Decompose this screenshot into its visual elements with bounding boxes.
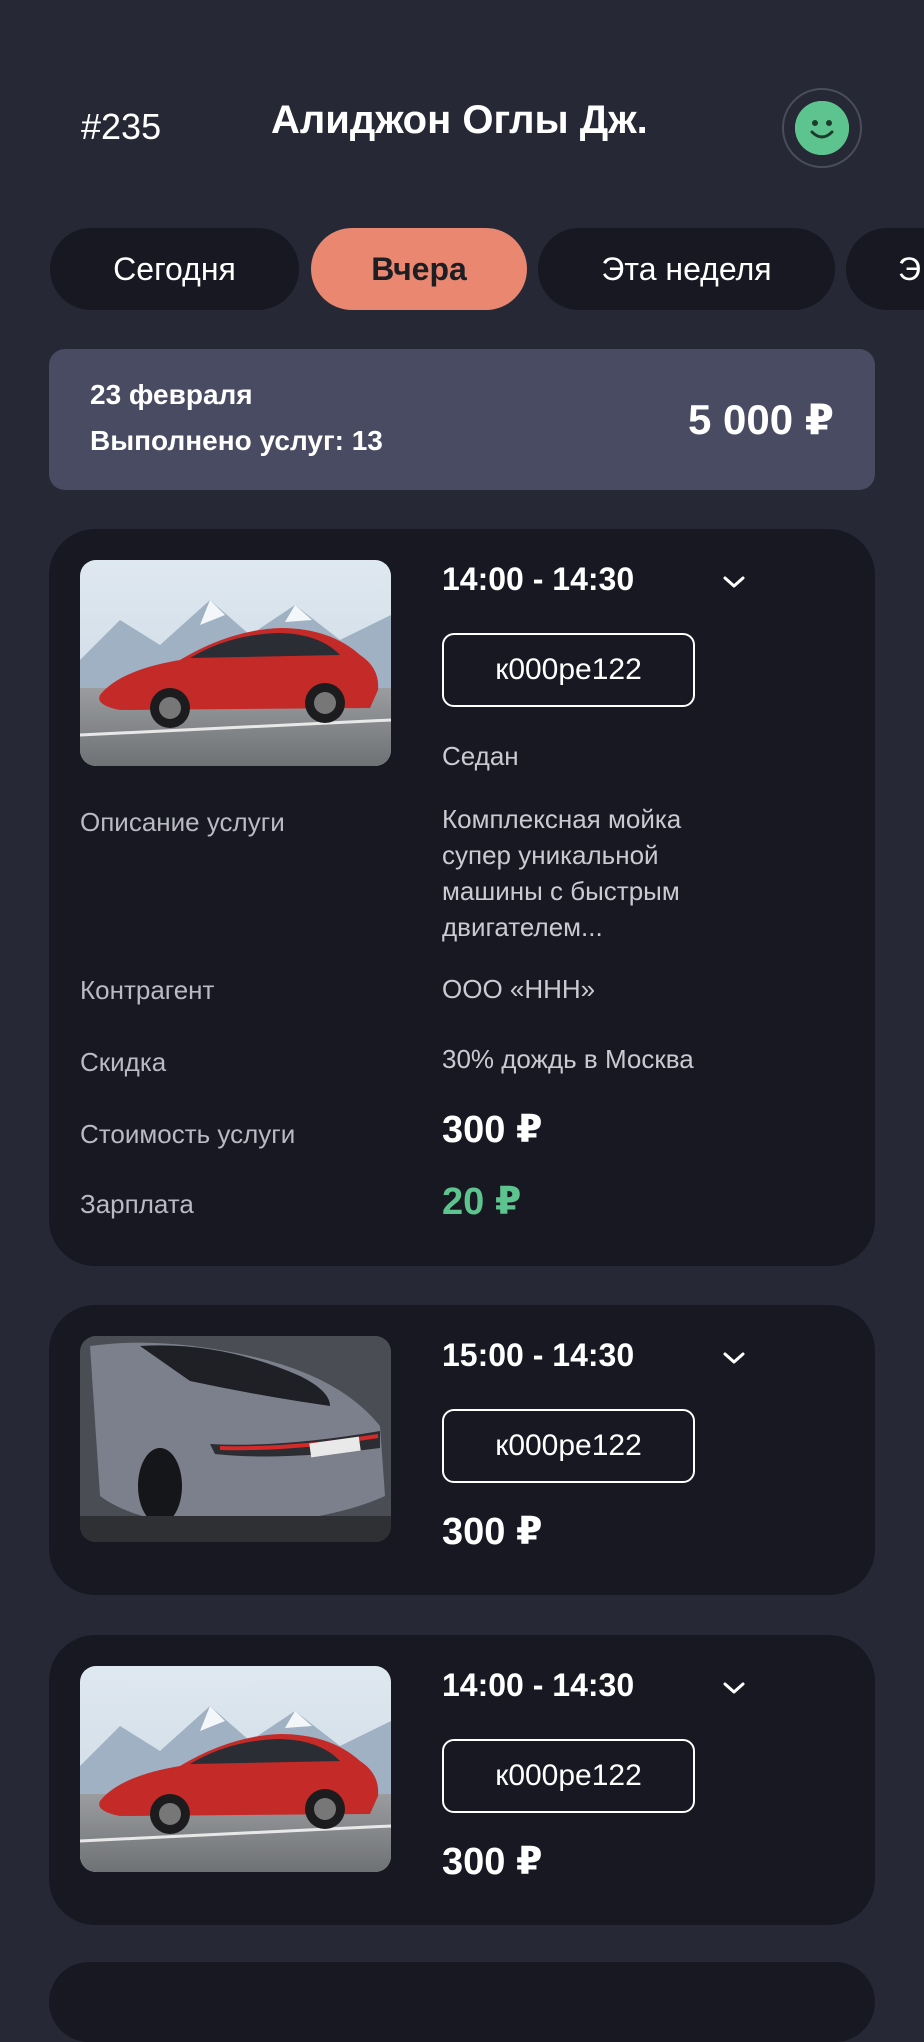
tab-this-week[interactable]: Эта неделя xyxy=(538,228,835,310)
salary-label: Зарплата xyxy=(80,1189,194,1219)
description-value: Комплексная мойка супер уникальной машин… xyxy=(442,804,682,942)
service-card[interactable]: 15:00 - 14:30 к000ре122 300 ₽ xyxy=(49,1305,875,1595)
contractor-label: Контрагент xyxy=(80,975,215,1005)
day-summary: 23 февраля Выполнено услуг: 13 5 000 ₽ xyxy=(49,349,875,490)
smiley-face-icon xyxy=(795,101,849,155)
service-card[interactable]: 14:00 - 14:30 к000ре122 300 ₽ xyxy=(49,1635,875,1925)
description-label: Описание услуги xyxy=(80,807,285,837)
car-photo xyxy=(80,1336,391,1542)
tab-today[interactable]: Сегодня xyxy=(50,228,299,310)
service-card-partial[interactable] xyxy=(49,1962,875,2042)
summary-total: 5 000 ₽ xyxy=(688,396,834,443)
user-name: Алиджон Оглы Дж. xyxy=(271,98,648,142)
service-price: 300 ₽ xyxy=(442,1841,543,1883)
service-time: 14:00 - 14:30 xyxy=(442,561,635,597)
service-time: 14:00 - 14:30 xyxy=(442,1667,635,1703)
tab-yesterday[interactable]: Вчера xyxy=(311,228,527,310)
license-plate: к000ре122 xyxy=(442,1409,695,1483)
service-card[interactable]: 14:00 - 14:30 к000ре122 Седан Описание у… xyxy=(49,529,875,1266)
service-time: 15:00 - 14:30 xyxy=(442,1337,635,1373)
discount-label: Скидка xyxy=(80,1047,167,1077)
cost-label: Стоимость услуги xyxy=(80,1119,296,1149)
order-number: #235 xyxy=(81,106,162,147)
contractor-value: ООО «ННН» xyxy=(442,974,596,1004)
license-plate: к000ре122 xyxy=(442,1739,695,1813)
chevron-down-icon[interactable] xyxy=(721,1347,747,1367)
summary-date: 23 февраля xyxy=(90,379,253,410)
header: #235 Алиджон Оглы Дж. xyxy=(0,88,924,168)
cost-value: 300 ₽ xyxy=(442,1109,543,1151)
car-photo xyxy=(80,560,391,766)
car-photo xyxy=(80,1666,391,1872)
avatar-button[interactable] xyxy=(782,88,862,168)
service-price: 300 ₽ xyxy=(442,1511,543,1553)
period-tabs: Сегодня Вчера Эта неделя Э xyxy=(0,228,924,310)
salary-value: 20 ₽ xyxy=(442,1181,522,1223)
license-plate: к000ре122 xyxy=(442,633,695,707)
tab-partial[interactable]: Э xyxy=(846,228,924,310)
services-done: Выполнено услуг: 13 xyxy=(90,425,383,456)
chevron-down-icon[interactable] xyxy=(721,1677,747,1697)
discount-value: 30% дождь в Москва xyxy=(442,1044,694,1074)
chevron-up-icon[interactable] xyxy=(721,571,747,591)
car-type: Седан xyxy=(442,741,519,771)
